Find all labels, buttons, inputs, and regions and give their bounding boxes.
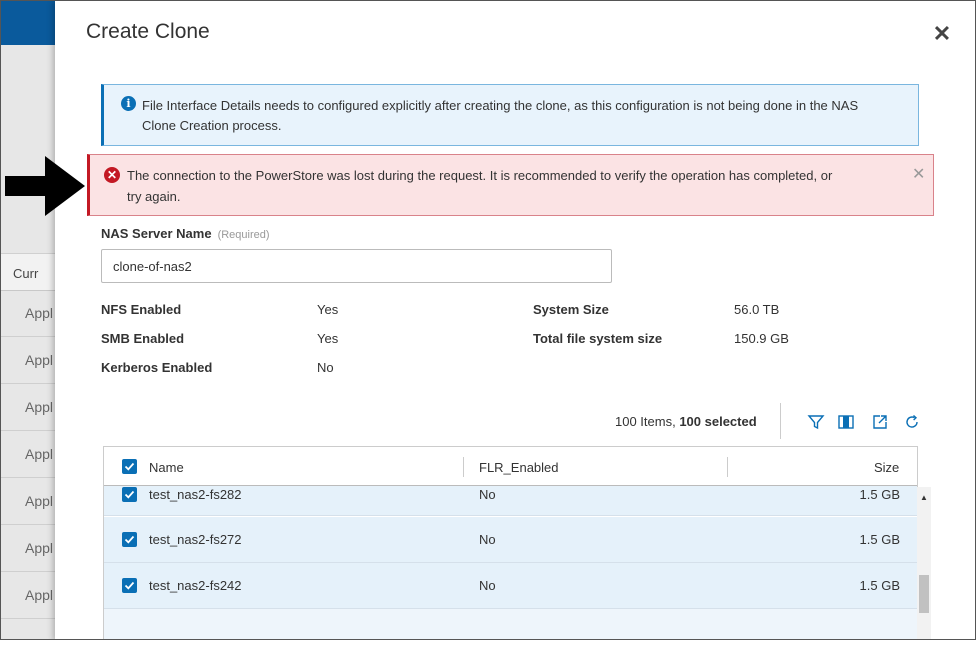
row-size: 1.5 GB [859,578,900,593]
row-flr-enabled: No [479,487,496,502]
dialog-title: Create Clone [86,20,210,43]
error-alert: ✕ The connection to the PowerStore was l… [87,154,934,216]
items-total: 100 Items, [615,414,676,429]
row-flr-enabled: No [479,578,496,593]
smb-enabled-value: Yes [317,331,339,346]
background-row[interactable]: Appl [1,291,55,337]
refresh-icon[interactable] [903,413,921,431]
scroll-thumb[interactable] [919,575,929,613]
nas-server-name-input[interactable] [101,249,612,283]
background-row[interactable]: Appl [1,479,55,525]
required-hint: (Required) [217,229,270,241]
total-fs-size-label: Total file system size [533,331,663,346]
nas-server-name-label-text: NAS Server Name [101,226,212,241]
total-fs-size-value: 150.9 GB [734,331,789,346]
kerberos-enabled-value: No [317,360,334,375]
create-clone-dialog: Create Clone ✕ i File Interface Details … [55,1,975,639]
table-row[interactable]: test_nas2-fs272 No 1.5 GB [104,517,917,563]
column-header-size[interactable]: Size [874,460,899,475]
column-divider [463,457,464,477]
background-row[interactable]: Appl [1,338,55,384]
info-alert-text: File Interface Details needs to configur… [142,98,859,133]
table-scrollbar[interactable]: ▲ [917,487,931,639]
export-icon[interactable] [871,413,889,431]
row-name: test_nas2-fs242 [149,578,242,593]
dismiss-alert-icon[interactable]: ✕ [912,164,925,184]
file-systems-table: Name FLR_Enabled Size test_nas2-fs282 No… [103,446,918,639]
table-header: Name FLR_Enabled Size [104,447,917,486]
row-checkbox[interactable] [122,532,137,547]
info-icon: i [121,96,136,111]
row-flr-enabled: No [479,532,496,547]
error-icon: ✕ [104,167,120,183]
table-row[interactable]: test_nas2-fs282 No 1.5 GB [104,486,917,516]
column-header-flr-enabled[interactable]: FLR_Enabled [479,460,559,475]
nas-server-name-label: NAS Server Name (Required) [101,226,270,241]
background-row[interactable]: Appl [1,432,55,478]
smb-enabled-label: SMB Enabled [101,331,185,346]
background-app: Curr Appl Appl Appl Appl Appl Appl Appl [1,1,55,639]
system-size-value: 56.0 TB [734,302,780,317]
background-row[interactable]: Appl [1,573,55,619]
table-row[interactable] [104,609,917,639]
toolbar-divider [780,403,781,439]
table-row[interactable]: test_nas2-fs242 No 1.5 GB [104,563,917,609]
nfs-enabled-value: Yes [317,302,339,317]
column-header-name[interactable]: Name [149,460,184,475]
select-all-checkbox[interactable] [122,459,137,474]
background-header-bar [1,1,55,45]
background-column-header: Curr [1,253,55,291]
error-alert-text: The connection to the PowerStore was los… [127,168,833,204]
filter-icon[interactable] [807,413,825,431]
scroll-up-icon[interactable]: ▲ [920,493,928,502]
background-row[interactable]: Appl [1,385,55,431]
kerberos-enabled-label: Kerberos Enabled [101,360,213,375]
info-alert: i File Interface Details needs to config… [101,84,919,146]
close-icon[interactable]: ✕ [931,23,953,45]
columns-icon[interactable] [837,413,855,431]
nfs-enabled-label: NFS Enabled [101,302,182,317]
row-size: 1.5 GB [859,487,900,502]
row-checkbox[interactable] [122,578,137,593]
screenshot-frame: Curr Appl Appl Appl Appl Appl Appl Appl … [0,0,976,640]
arrow-annotation [5,156,85,216]
system-size-label: System Size [533,302,609,317]
row-size: 1.5 GB [859,532,900,547]
items-count: 100 Items, 100 selected [615,414,757,429]
items-selected: 100 selected [679,414,757,429]
row-checkbox[interactable] [122,487,137,502]
row-name: test_nas2-fs282 [149,487,242,502]
column-divider [727,457,728,477]
row-name: test_nas2-fs272 [149,532,242,547]
background-row[interactable]: Appl [1,526,55,572]
